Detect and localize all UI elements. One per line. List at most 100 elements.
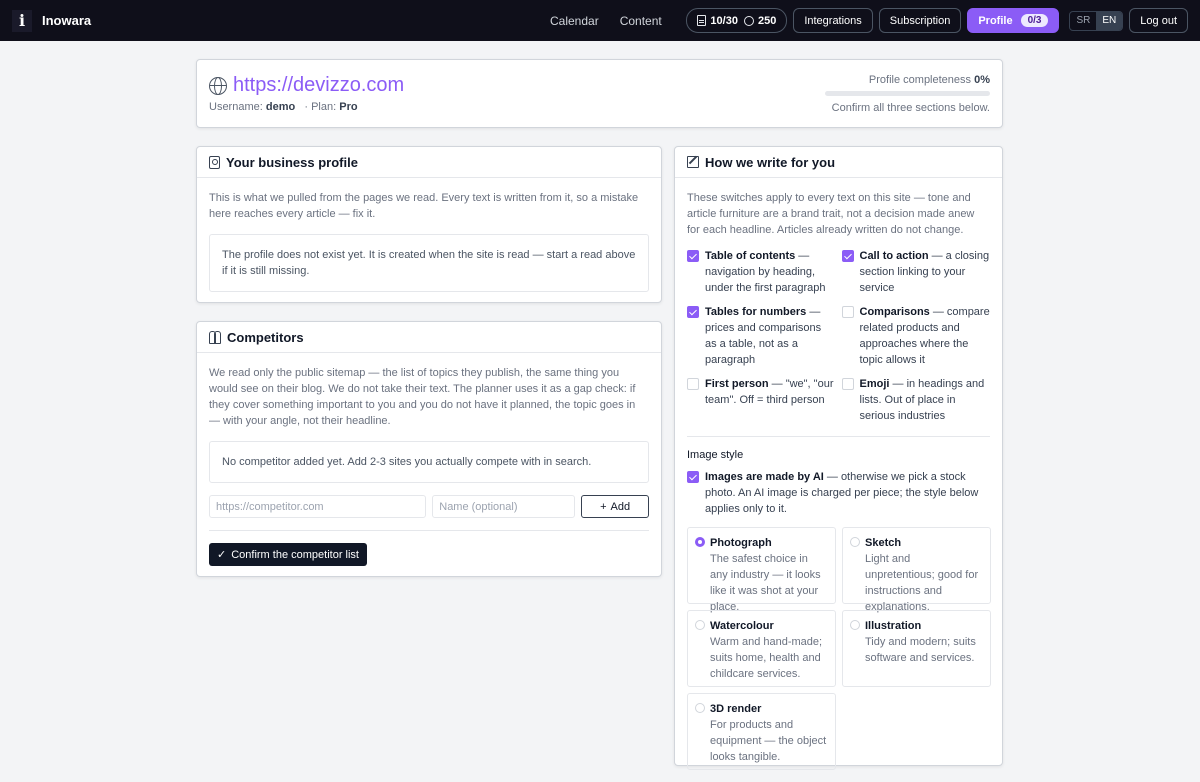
- confirm-competitors-button[interactable]: ✓ Confirm the competitor list: [209, 543, 367, 566]
- brand[interactable]: i Inowara: [12, 9, 92, 32]
- username-value: demo: [265, 101, 296, 113]
- checkbox[interactable]: [687, 471, 699, 483]
- business-profile-card: Your business profile This is what we pu…: [196, 146, 662, 303]
- radio[interactable]: [850, 537, 860, 547]
- articles-quota-value: 10/30: [710, 14, 738, 27]
- option-title: Comparisons: [859, 306, 930, 318]
- plan-label: · Plan:: [304, 101, 337, 113]
- style-watercolour[interactable]: Watercolour Warm and hand-made; suits ho…: [687, 610, 836, 687]
- profile-button-label: Profile: [978, 14, 1013, 27]
- plan-value: Pro: [339, 101, 358, 113]
- writing-style-title: How we write for you: [705, 154, 836, 170]
- profile-completeness: Profile completeness 0% Confirm all thre…: [825, 74, 990, 114]
- style-title: 3D render: [710, 703, 762, 715]
- writing-style-card: How we write for you These switches appl…: [674, 146, 1003, 770]
- completeness-label-text: Profile completeness: [868, 74, 972, 86]
- checkbox[interactable]: [687, 250, 699, 262]
- option-comparisons[interactable]: Comparisons — compare related products a…: [841, 304, 991, 368]
- radio[interactable]: [850, 620, 860, 630]
- competitor-name-input[interactable]: [432, 495, 576, 518]
- site-card: https://devizzo.com Username: demo · Pla…: [196, 59, 1003, 128]
- checkbox[interactable]: [841, 306, 854, 318]
- option-title: Table of contents: [705, 250, 796, 262]
- competitors-header: Competitors: [197, 322, 661, 353]
- competitor-form: + Add: [209, 495, 649, 518]
- globe-icon: [209, 76, 227, 95]
- check-icon: ✓: [217, 549, 227, 561]
- articles-quota: 10/30: [697, 15, 738, 27]
- lang-en[interactable]: EN: [1096, 11, 1123, 30]
- competitors-intro: We read only the public sitemap — the li…: [209, 367, 636, 427]
- style-sketch[interactable]: Sketch Light and unpretentious; good for…: [842, 527, 991, 613]
- style-title: Sketch: [865, 537, 902, 549]
- logo-icon: i: [12, 9, 32, 32]
- style-desc: Tidy and modern; suits software and serv…: [865, 636, 976, 664]
- profile-progress-badge: 0/3: [1020, 14, 1049, 27]
- style-title: Illustration: [865, 620, 922, 632]
- quota-pill[interactable]: 10/30 250: [686, 8, 788, 33]
- main-nav: Calendar Content: [550, 0, 662, 41]
- style-desc: Warm and hand-made; suits home, health a…: [710, 636, 823, 680]
- checkbox[interactable]: [841, 378, 854, 390]
- option-title: Call to action: [859, 250, 929, 262]
- competitor-url-input[interactable]: [209, 495, 427, 518]
- checkbox[interactable]: [687, 306, 699, 318]
- option-title: Emoji: [859, 378, 890, 390]
- business-profile-header: Your business profile: [197, 147, 661, 178]
- style-photograph[interactable]: Photograph The safest choice in any indu…: [687, 527, 836, 613]
- radio[interactable]: [695, 703, 705, 713]
- credits-value: 250: [757, 14, 777, 27]
- checkbox[interactable]: [687, 378, 699, 390]
- writing-options: Table of contents — navigation by headin…: [687, 248, 990, 424]
- site-meta: Username: demo · Plan: Pro: [209, 101, 358, 113]
- image-style-options: Photograph The safest choice in any indu…: [687, 527, 991, 770]
- style-3d-render[interactable]: 3D render For products and equipment — t…: [687, 693, 836, 770]
- completeness-value: 0%: [974, 74, 990, 86]
- binoculars-icon: [209, 331, 221, 344]
- logout-button[interactable]: Log out: [1129, 8, 1188, 33]
- profile-button[interactable]: Profile 0/3: [967, 8, 1060, 33]
- document-icon: [697, 15, 707, 26]
- id-badge-icon: [209, 155, 220, 169]
- option-call-to-action[interactable]: Call to action — a closing section linki…: [841, 248, 991, 296]
- divider: [209, 530, 649, 531]
- image-style-label: Image style: [687, 449, 744, 461]
- option-title: Tables for numbers: [705, 306, 807, 318]
- style-title: Photograph: [710, 537, 772, 549]
- style-desc: The safest choice in any industry — it l…: [710, 553, 821, 613]
- coin-icon: [743, 15, 754, 26]
- app-name: Inowara: [42, 13, 92, 28]
- add-competitor-button[interactable]: + Add: [581, 495, 649, 518]
- competitors-notice: No competitor added yet. Add 2-3 sites y…: [209, 441, 649, 483]
- checkbox[interactable]: [841, 250, 854, 262]
- style-illustration[interactable]: Illustration Tidy and modern; suits soft…: [842, 610, 991, 687]
- integrations-button[interactable]: Integrations: [793, 8, 873, 33]
- option-ai-images[interactable]: Images are made by AI — otherwise we pic…: [687, 469, 990, 517]
- writing-style-intro: These switches apply to every text on th…: [687, 192, 975, 236]
- edit-icon: [687, 156, 699, 168]
- site-url-text[interactable]: https://devizzo.com: [233, 74, 404, 97]
- credits-quota: 250: [743, 14, 777, 27]
- lang-sr[interactable]: SR: [1070, 12, 1096, 30]
- business-profile-notice: The profile does not exist yet. It is cr…: [209, 234, 649, 292]
- subscription-button[interactable]: Subscription: [878, 8, 962, 33]
- nav-content[interactable]: Content: [620, 14, 662, 28]
- top-bar: i Inowara Calendar Content 10/30 250 Int…: [0, 0, 1200, 41]
- language-switcher: SR EN: [1069, 10, 1124, 31]
- option-tables-for-numbers[interactable]: Tables for numbers — prices and comparis…: [687, 304, 836, 368]
- option-table-of-contents[interactable]: Table of contents — navigation by headin…: [687, 248, 836, 296]
- confirm-competitors-label: Confirm the competitor list: [231, 548, 359, 561]
- radio[interactable]: [695, 620, 705, 630]
- style-desc: Light and unpretentious; good for instru…: [865, 553, 979, 613]
- username-label: Username:: [209, 101, 263, 113]
- option-title: First person: [705, 378, 769, 390]
- add-competitor-label: Add: [610, 500, 631, 513]
- site-url: https://devizzo.com: [209, 74, 404, 97]
- business-profile-intro: This is what we pulled from the pages we…: [209, 192, 639, 220]
- option-emoji[interactable]: Emoji — in headings and lists. Out of pl…: [841, 376, 991, 424]
- radio[interactable]: [695, 537, 705, 547]
- nav-calendar[interactable]: Calendar: [550, 14, 599, 28]
- style-title: Watercolour: [710, 620, 774, 632]
- option-first-person[interactable]: First person — "we", "our team". Off = t…: [687, 376, 836, 424]
- business-profile-title: Your business profile: [226, 154, 358, 170]
